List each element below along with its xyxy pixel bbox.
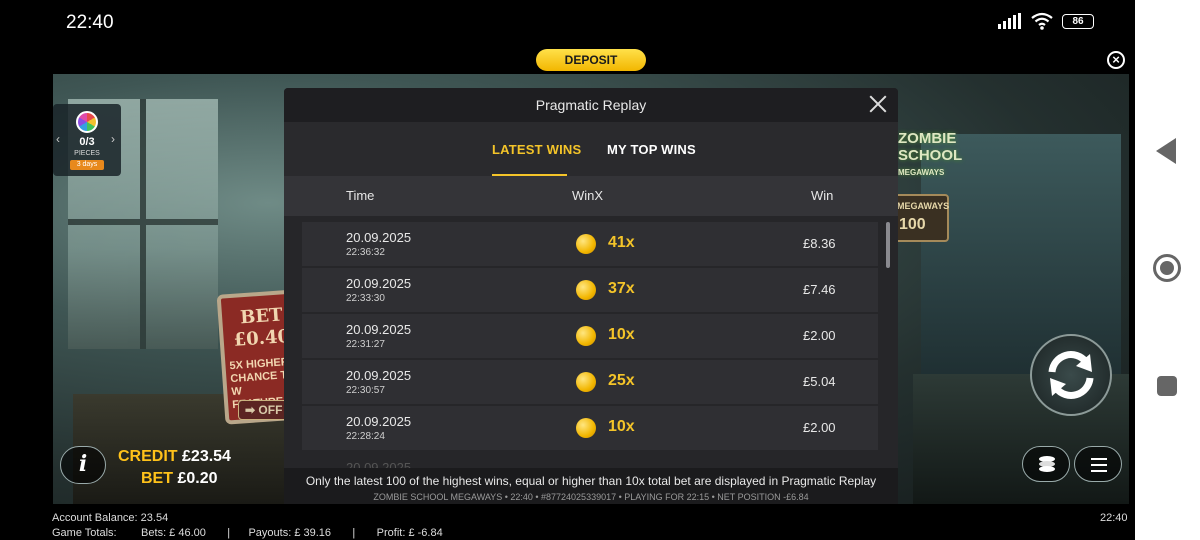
spin-icon <box>1048 351 1094 399</box>
game-logo: ZOMBIE SCHOOL MEGAWAYS <box>898 130 962 181</box>
game-totals: Game Totals: Bets: £ 46.00 | Payouts: £ … <box>52 527 443 539</box>
menu-icon <box>1091 464 1107 466</box>
bet-settings-button[interactable] <box>1022 446 1070 482</box>
row-date: 20.09.2025 <box>346 322 412 337</box>
spin-button[interactable] <box>1030 334 1112 416</box>
column-win: Win <box>811 188 834 203</box>
back-icon[interactable] <box>1156 138 1178 164</box>
coin-icon <box>576 280 596 300</box>
logo-line-3: MEGAWAYS <box>898 168 945 177</box>
row-win: £5.04 <box>803 374 836 389</box>
coin-icon <box>576 418 596 438</box>
row-date: 20.09.2025 <box>346 276 412 291</box>
tab-latest-wins[interactable]: LATEST WINS <box>492 142 581 157</box>
modal-footer: Only the latest 100 of the highest wins,… <box>284 468 898 504</box>
modal-title: Pragmatic Replay <box>535 97 647 113</box>
bet-value: £0.20 <box>177 470 218 487</box>
row-time: 22:33:30 <box>346 293 385 304</box>
megaways-value: 100 <box>899 216 926 233</box>
table-row[interactable]: 20.09.2025 22:30:57 25x £5.04 <box>302 360 878 404</box>
column-winx: WinX <box>572 188 604 203</box>
bet-display: BET £0.20 <box>141 470 218 488</box>
partial-row-date: 20.09.2025 <box>346 460 412 468</box>
megaways-label: MEGAWAYS <box>897 201 950 211</box>
row-win: £8.36 <box>803 236 836 251</box>
signal-icon <box>998 13 1021 29</box>
color-wheel-icon <box>76 111 98 133</box>
battery-icon: 86 <box>1062 13 1094 29</box>
session-info: ZOMBIE SCHOOL MEGAWAYS • 22:40 • #877240… <box>373 492 809 502</box>
coin-icon <box>576 234 596 254</box>
status-icons: 86 <box>998 12 1094 30</box>
credit-display: CREDIT £23.54 <box>118 448 231 466</box>
arrow-right-icon: ➡ <box>245 403 256 417</box>
menu-button[interactable] <box>1074 446 1122 482</box>
modal-header: Pragmatic Replay <box>284 88 898 122</box>
row-date: 20.09.2025 <box>346 230 412 245</box>
bet-boost-off-label: OFF <box>258 403 283 417</box>
pieces-label: PIECES <box>74 150 100 157</box>
table-row[interactable]: 20.09.2025 22:33:30 37x £7.46 <box>302 268 878 312</box>
row-date: 20.09.2025 <box>346 368 412 383</box>
row-multiplier: 10x <box>608 326 635 343</box>
table-header: Time WinX Win <box>284 176 898 216</box>
megaways-counter: MEGAWAYS 100 <box>889 194 949 242</box>
modal-tabs: LATEST WINS MY TOP WINS <box>284 122 898 176</box>
row-win: £7.46 <box>803 282 836 297</box>
wifi-icon <box>1031 12 1053 30</box>
credit-label: CREDIT <box>118 448 178 465</box>
coin-icon <box>576 326 596 346</box>
pieces-count: 0/3 <box>79 136 95 148</box>
menu-icon <box>1091 458 1107 460</box>
scrollbar-thumb[interactable] <box>886 222 890 268</box>
logo-line-1: ZOMBIE <box>898 130 957 147</box>
row-time: 22:31:27 <box>346 339 385 350</box>
row-date: 20.09.2025 <box>346 414 412 429</box>
column-time: Time <box>346 188 375 203</box>
deposit-button[interactable]: DEPOSIT <box>536 49 646 71</box>
row-multiplier: 25x <box>608 372 635 389</box>
table-row[interactable]: 20.09.2025 22:28:24 10x £2.00 <box>302 406 878 450</box>
footer-note: Only the latest 100 of the highest wins,… <box>305 474 877 488</box>
credit-value: £23.54 <box>182 448 231 465</box>
coins-icon <box>1039 456 1055 472</box>
logo-line-2: SCHOOL <box>898 147 963 164</box>
home-icon[interactable] <box>1153 254 1181 282</box>
replay-modal: Pragmatic Replay LATEST WINS MY TOP WINS… <box>284 88 898 468</box>
footer-clock: 22:40 <box>1100 512 1128 524</box>
coin-icon <box>576 372 596 392</box>
table-row[interactable]: 20.09.2025 22:36:32 41x £8.36 <box>302 222 878 266</box>
row-win: £2.00 <box>803 420 836 435</box>
row-multiplier: 41x <box>608 234 635 251</box>
tab-my-top-wins[interactable]: MY TOP WINS <box>607 142 696 157</box>
row-time: 22:30:57 <box>346 385 385 396</box>
pieces-days-badge: 3 days <box>70 160 104 170</box>
row-time: 22:36:32 <box>346 247 385 258</box>
account-balance: Account Balance: 23.54 <box>52 512 169 524</box>
close-game-icon[interactable]: × <box>1107 51 1125 69</box>
sign-bet-amount: £0.40 <box>233 325 291 351</box>
sign-bet-label: BET <box>239 304 284 329</box>
row-win: £2.00 <box>803 328 836 343</box>
wins-list[interactable]: 20.09.2025 22:36:32 41x £8.36 20.09.2025… <box>284 216 898 468</box>
table-row[interactable]: 20.09.2025 22:31:27 10x £2.00 <box>302 314 878 358</box>
close-icon[interactable] <box>868 94 888 114</box>
row-multiplier: 37x <box>608 280 635 297</box>
row-multiplier: 10x <box>608 418 635 435</box>
pieces-widget[interactable]: ‹ › 0/3 PIECES 3 days <box>53 104 121 176</box>
bet-label: BET <box>141 470 173 487</box>
row-time: 22:28:24 <box>346 431 385 442</box>
recents-icon[interactable] <box>1157 376 1177 396</box>
info-button[interactable]: i <box>60 446 106 484</box>
menu-icon <box>1091 470 1107 472</box>
status-time: 22:40 <box>66 12 114 33</box>
